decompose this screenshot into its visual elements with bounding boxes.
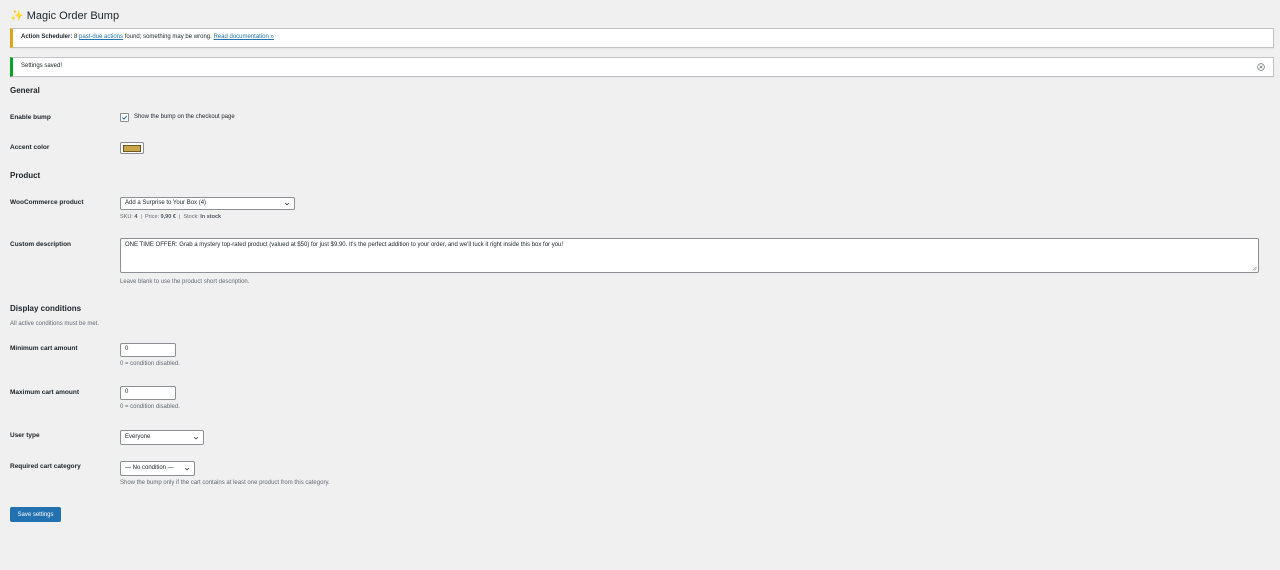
warning-middle-text: found; something may be wrong. [124, 34, 212, 41]
woocommerce-product-label: WooCommerce product [10, 199, 84, 206]
woocommerce-product-field: Add a Surprise to Your Box (4) [120, 197, 295, 210]
enable-bump-checkbox-label[interactable]: Show the bump on the checkout page [134, 114, 235, 120]
min-cart-label: Minimum cart amount [10, 345, 78, 352]
chevron-down-icon [284, 202, 290, 205]
custom-description-label: Custom description [10, 241, 72, 248]
user-type-select[interactable]: Everyone [120, 430, 204, 445]
product-stock: In stock [200, 214, 222, 220]
min-cart-input[interactable]: 0 [120, 343, 176, 357]
max-cart-help: 0 = condition disabled. [120, 404, 180, 410]
max-cart-field: 0 [120, 386, 176, 400]
resize-handle-icon[interactable] [1251, 265, 1257, 271]
product-meta: SKU: 4 | Price: 9,90 € | Stock: In stock [120, 214, 222, 220]
woocommerce-product-selected: Add a Surprise to Your Box (4) [125, 199, 207, 206]
accent-color-field [120, 142, 144, 154]
enable-bump-label: Enable bump [10, 114, 51, 121]
dismiss-notice-button[interactable] [1257, 63, 1265, 71]
user-type-field: Everyone [120, 430, 204, 445]
woocommerce-product-select[interactable]: Add a Surprise to Your Box (4) [120, 197, 295, 210]
product-heading: Product [10, 171, 41, 180]
display-conditions-heading: Display conditions [10, 304, 82, 313]
custom-description-field: ONE TIME OFFER: Grab a mystery top-rated… [120, 238, 1259, 273]
user-type-label: User type [10, 432, 40, 439]
enable-bump-field: Show the bump on the checkout page [120, 113, 235, 122]
accent-color-picker[interactable] [120, 142, 144, 154]
general-heading: General [10, 86, 40, 95]
product-sku: 4 [134, 214, 138, 220]
max-cart-label: Maximum cart amount [10, 389, 79, 396]
required-category-field: — No condition — [120, 461, 195, 476]
product-price: 9,90 € [160, 214, 176, 220]
accent-color-swatch [123, 144, 141, 152]
display-conditions-subtitle: All active conditions must be met. [10, 321, 100, 327]
checkmark-icon [122, 115, 128, 120]
enable-bump-checkbox[interactable] [120, 113, 129, 122]
page-title-text: Magic Order Bump [26, 10, 120, 22]
settings-saved-text: Settings saved! [21, 63, 63, 70]
chevron-down-icon [184, 467, 190, 470]
custom-description-value: ONE TIME OFFER: Grab a mystery top-rated… [125, 242, 564, 248]
warning-count: 8 [74, 34, 78, 41]
chevron-down-icon [193, 436, 199, 439]
required-category-help: Show the bump only if the cart contains … [120, 480, 330, 486]
accent-color-label: Accent color [10, 144, 50, 151]
past-due-actions-link[interactable]: past-due actions [79, 34, 123, 40]
sparkles-icon: ✨ [10, 10, 24, 22]
required-category-select[interactable]: — No condition — [120, 461, 195, 476]
max-cart-input[interactable]: 0 [120, 386, 176, 400]
custom-description-textarea[interactable]: ONE TIME OFFER: Grab a mystery top-rated… [120, 238, 1259, 273]
settings-saved-notice: Settings saved! [10, 57, 1274, 77]
min-cart-field: 0 [120, 343, 176, 357]
save-settings-button[interactable]: Save settings [10, 507, 61, 522]
action-scheduler-warning: Action Scheduler: 8 past-due actions fou… [10, 28, 1274, 48]
close-circle-icon [1257, 63, 1265, 71]
required-category-label: Required cart category [10, 463, 81, 470]
min-cart-help: 0 = condition disabled. [120, 361, 180, 367]
read-documentation-link[interactable]: Read documentation » [213, 34, 273, 40]
page-title: ✨ Magic Order Bump [10, 9, 119, 23]
custom-description-help: Leave blank to use the product short des… [120, 279, 250, 285]
warning-prefix: Action Scheduler: [21, 34, 73, 41]
